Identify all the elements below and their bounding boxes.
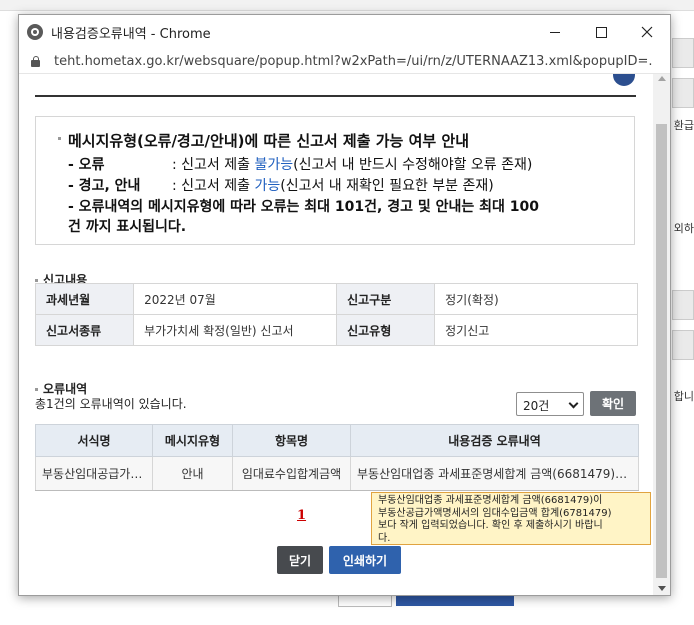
notice-text: : 신고서 제출	[172, 178, 255, 194]
info-label: 신고구분	[336, 283, 436, 315]
confirm-button[interactable]: 확인	[590, 391, 636, 416]
background-box	[672, 78, 694, 108]
chrome-icon	[27, 24, 43, 40]
error-tooltip: 부동산임대업종 과세표준명세합계 금액(6681479)이 부동산공급가액명세서…	[371, 492, 651, 545]
notice-text: (신고서 내 재확인 필요한 부분 존재)	[280, 178, 494, 194]
column-header: 내용검증 오류내역	[350, 424, 639, 457]
popup-content: 메시지유형(오류/경고/안내)에 따른 신고서 제출 가능 여부 안내 - 오류…	[19, 74, 651, 595]
minimize-icon	[550, 31, 560, 33]
info-label: 신고유형	[336, 314, 436, 346]
table-cell: 부동산임대공급가액명세서	[35, 456, 153, 491]
notice-box: 메시지유형(오류/경고/안내)에 따른 신고서 제출 가능 여부 안내 - 오류…	[35, 116, 635, 245]
popup-window: 내용검증오류내역 - Chrome teht.hometax.go.kr/web…	[18, 14, 671, 596]
table-header-row: 서식명 메시지유형 항목명 내용검증 오류내역	[35, 424, 639, 457]
tooltip-line: 부동산공급가액명세서의 임대수입금액 합계(6781479)	[378, 507, 612, 519]
background-box	[672, 290, 694, 320]
scroll-down-icon[interactable]	[658, 586, 666, 591]
scroll-up-icon[interactable]	[658, 76, 666, 81]
info-label: 신고서종류	[34, 314, 135, 346]
tooltip-line: 보다 작게 입력되었습니다. 확인 후 제출하시기 바랍니	[378, 520, 603, 531]
lock-icon	[31, 55, 40, 67]
background-label: 합니	[673, 390, 694, 403]
notice-highlight: 불가능	[254, 157, 294, 173]
notice-highlight: 가능	[254, 178, 281, 194]
notice-error-line: - 오류 : 신고서 제출 불가능(신고서 내 반드시 수정해야할 오류 존재)	[68, 154, 532, 174]
notice-heading: 메시지유형(오류/경고/안내)에 따른 신고서 제출 가능 여부 안내	[68, 132, 470, 150]
notice-warn-label: - 경고, 안내	[68, 178, 141, 194]
column-header: 서식명	[35, 424, 153, 457]
notice-limit-line: - 오류내역의 메시지유형에 따라 오류는 최대 101건, 경고 및 안내는 …	[68, 199, 539, 215]
background-button	[396, 596, 514, 606]
title-divider	[35, 95, 636, 97]
table-row[interactable]: 부동산임대공급가액명세서 안내 임대료수입합계금액 부동산임대업종 과세표준명세…	[35, 456, 639, 491]
notice-text: : 신고서 제출	[172, 157, 255, 173]
close-button[interactable]: 닫기	[277, 546, 323, 574]
table-row: 과세년월 2022년 07월 신고구분 정기(확정)	[34, 283, 638, 315]
scrollbar-thumb[interactable]	[656, 124, 667, 578]
title-bar: 내용검증오류내역 - Chrome	[19, 15, 670, 49]
error-count-text: 총1건의 오류내역이 있습니다.	[35, 397, 187, 411]
pagination-page-1[interactable]: 1	[297, 508, 306, 523]
notice-text: (신고서 내 반드시 수정해야할 오류 존재)	[293, 157, 533, 173]
notice-warn-line: - 경고, 안내 : 신고서 제출 가능(신고서 내 재확인 필요한 부분 존재)	[68, 175, 494, 195]
minimize-button[interactable]	[532, 15, 578, 49]
table-cell: 부동산임대업종 과세표준명세합계 금액(6681479)이 부동산공급가액명세서…	[350, 456, 639, 491]
background-page-strip	[0, 0, 694, 11]
section-heading-text: 오류내역	[43, 382, 88, 396]
info-value: 부가가치세 확정(일반) 신고서	[133, 314, 338, 346]
table-cell: 임대료수입합계금액	[232, 456, 351, 491]
chevron-down-icon	[568, 398, 579, 409]
vertical-scrollbar[interactable]	[653, 74, 670, 595]
background-button	[338, 596, 392, 607]
page-size-value: 20건	[523, 399, 550, 413]
table-cell: 안내	[152, 456, 233, 491]
background-label: 외하	[673, 222, 694, 235]
print-button[interactable]: 인쇄하기	[329, 546, 401, 574]
info-label: 과세년월	[34, 283, 135, 315]
background-box	[672, 330, 694, 360]
notice-limit-line-cont: 건 까지 표시됩니다.	[68, 219, 187, 235]
info-value: 2022년 07월	[133, 283, 338, 315]
background-label: 환급	[673, 119, 694, 132]
maximize-icon	[595, 26, 607, 38]
url-text[interactable]: teht.hometax.go.kr/websquare/popup.html?…	[54, 54, 652, 69]
error-table: 서식명 메시지유형 항목명 내용검증 오류내역 부동산임대공급가액명세서 안내 …	[35, 424, 639, 491]
column-header: 항목명	[232, 424, 351, 457]
window-title: 내용검증오류내역 - Chrome	[51, 26, 211, 42]
background-box	[672, 38, 694, 68]
column-header: 메시지유형	[152, 424, 233, 457]
table-row: 신고서종류 부가가치세 확정(일반) 신고서 신고유형 정기신고	[34, 314, 638, 346]
help-icon[interactable]	[613, 74, 635, 86]
close-icon	[641, 26, 653, 38]
bullet-icon	[58, 137, 61, 140]
tooltip-line: 다.	[378, 532, 391, 544]
page-size-select[interactable]: 20건	[516, 392, 584, 416]
tooltip-line: 부동산임대업종 과세표준명세합계 금액(6681479)이	[378, 495, 603, 506]
notice-error-label: - 오류	[68, 157, 105, 173]
info-value: 정기신고	[434, 314, 638, 346]
info-value: 정기(확정)	[434, 283, 638, 315]
address-bar: teht.hometax.go.kr/websquare/popup.html?…	[19, 49, 670, 74]
report-info-table: 과세년월 2022년 07월 신고구분 정기(확정) 신고서종류 부가가치세 확…	[34, 283, 638, 346]
window-close-button[interactable]	[624, 15, 670, 49]
maximize-button[interactable]	[578, 15, 624, 49]
